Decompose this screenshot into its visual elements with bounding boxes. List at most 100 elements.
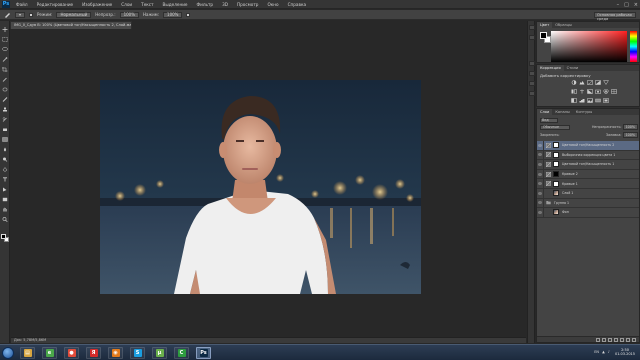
menu-item[interactable]: Фильтр xyxy=(197,2,214,7)
visibility-eye-icon[interactable] xyxy=(537,150,544,160)
posterize-icon[interactable] xyxy=(579,98,585,103)
levels-icon[interactable] xyxy=(579,80,585,85)
hand-tool-icon[interactable] xyxy=(2,207,8,212)
foreground-color-swatch[interactable] xyxy=(1,234,6,239)
vibrance-icon[interactable] xyxy=(603,80,609,85)
brightness-contrast-icon[interactable] xyxy=(571,80,577,85)
layer-row[interactable]: Кривые 1 xyxy=(537,179,639,189)
menu-item[interactable]: Текст xyxy=(141,2,153,7)
taskbar-firefox-button[interactable]: ◉ xyxy=(108,347,123,359)
layer-mask-thumbnail[interactable] xyxy=(553,171,559,178)
clone-stamp-tool-icon[interactable] xyxy=(2,107,8,112)
pen-tool-icon[interactable] xyxy=(2,167,8,172)
layer-row[interactable]: Кривые 2 xyxy=(537,169,639,180)
black-white-icon[interactable] xyxy=(587,89,593,94)
tab-swatches[interactable]: Образцы xyxy=(552,22,575,28)
path-select-tool-icon[interactable] xyxy=(2,187,8,192)
taskbar-camtasia-button[interactable]: C xyxy=(174,347,189,359)
layer-row[interactable]: Группа 1 xyxy=(537,198,639,209)
history-brush-tool-icon[interactable] xyxy=(2,117,8,122)
tab-adjustments[interactable]: Коррекция xyxy=(537,65,564,71)
layer-row[interactable]: Цветовой тон/Насыщенность 2 xyxy=(537,140,639,151)
quick-select-tool-icon[interactable] xyxy=(2,57,8,62)
channel-mixer-icon[interactable] xyxy=(603,89,609,94)
curves-icon[interactable] xyxy=(587,80,593,85)
taskbar-yandex-button[interactable]: Я xyxy=(86,347,101,359)
crop-tool-icon[interactable] xyxy=(2,67,8,72)
gradient-map-icon[interactable] xyxy=(595,98,601,103)
visibility-eye-icon[interactable] xyxy=(537,169,544,179)
marquee-tool-icon[interactable] xyxy=(2,37,8,42)
color-field[interactable] xyxy=(551,31,627,62)
type-tool-icon[interactable] xyxy=(2,177,8,182)
selective-color-icon[interactable] xyxy=(603,98,609,103)
layer-row[interactable]: Выборочная коррекция цвета 1 xyxy=(537,150,639,161)
add-mask-icon[interactable] xyxy=(608,338,612,342)
taskbar-utorrent-button[interactable]: μ xyxy=(152,347,167,359)
workspace-select[interactable]: Основная рабочая среда xyxy=(594,12,636,21)
document-photo[interactable] xyxy=(100,80,421,294)
link-layers-icon[interactable] xyxy=(596,338,600,342)
brush-preset-picker[interactable]: ▾ xyxy=(15,11,26,18)
maximize-button[interactable]: □ xyxy=(624,2,629,8)
layer-mask-thumbnail[interactable] xyxy=(553,180,559,187)
menu-item[interactable]: 3D xyxy=(222,2,228,7)
move-tool-icon[interactable] xyxy=(2,27,8,32)
close-button[interactable]: × xyxy=(634,2,638,8)
blend-mode-select[interactable]: Обычные xyxy=(540,125,570,130)
photo-filter-icon[interactable] xyxy=(595,89,601,94)
tab-styles[interactable]: Стили xyxy=(564,65,582,71)
layer-row[interactable]: Цветовой тон/Насыщенность 1 xyxy=(537,159,639,170)
threshold-icon[interactable] xyxy=(587,98,593,103)
layer-row[interactable]: Слой 1 xyxy=(537,188,639,199)
visibility-eye-icon[interactable] xyxy=(537,198,544,208)
layer-thumbnail[interactable] xyxy=(553,190,559,197)
menu-item[interactable]: Окно xyxy=(267,2,278,7)
invert-icon[interactable] xyxy=(571,98,577,103)
healing-tool-icon[interactable] xyxy=(2,87,8,92)
opacity-input[interactable]: 100% xyxy=(119,11,140,18)
blur-tool-icon[interactable] xyxy=(2,147,8,152)
clock[interactable]: 2:50 01.03.2015 xyxy=(614,348,636,356)
tab-channels[interactable]: Каналы xyxy=(552,109,572,115)
language-indicator[interactable]: EN xyxy=(594,350,599,354)
foreground-color-swatch[interactable] xyxy=(540,32,547,39)
document-tab[interactable]: IMG_0_Сдув В: 100% (Цветовой тон/Насыщен… xyxy=(10,21,132,29)
tab-paths[interactable]: Контуры xyxy=(573,109,595,115)
menu-item[interactable]: Просмотр xyxy=(237,2,259,7)
menu-item[interactable]: Выделение xyxy=(163,2,188,7)
visibility-eye-icon[interactable] xyxy=(537,207,544,217)
exposure-icon[interactable] xyxy=(595,80,601,85)
info-panel-icon[interactable] xyxy=(529,61,535,66)
layer-opacity-input[interactable]: 100% xyxy=(622,124,638,130)
shape-tool-icon[interactable] xyxy=(2,197,8,202)
brush-tool-icon[interactable] xyxy=(2,97,8,102)
mode-select[interactable]: Нормальный xyxy=(56,11,92,18)
gradient-tool-icon[interactable] xyxy=(2,137,8,142)
trash-icon[interactable] xyxy=(632,338,636,342)
menu-item[interactable]: Слои xyxy=(121,2,132,7)
eraser-tool-icon[interactable] xyxy=(2,127,8,132)
visibility-eye-icon[interactable] xyxy=(537,159,544,169)
history-panel-icon[interactable] xyxy=(529,25,535,30)
hue-slider[interactable] xyxy=(630,31,637,62)
hue-saturation-icon[interactable] xyxy=(571,89,577,94)
lasso-tool-icon[interactable] xyxy=(2,47,8,52)
taskbar-browser-green-button[interactable]: e xyxy=(42,347,57,359)
layer-mask-thumbnail[interactable] xyxy=(553,151,559,158)
layer-thumbnail[interactable] xyxy=(553,209,559,216)
layer-mask-thumbnail[interactable] xyxy=(553,142,559,149)
character-panel-icon[interactable] xyxy=(529,81,535,86)
start-button[interactable] xyxy=(2,347,14,359)
airbrush-toggle[interactable] xyxy=(186,12,191,17)
new-group-icon[interactable] xyxy=(620,338,624,342)
fill-input[interactable]: 100% xyxy=(622,132,638,138)
volume-icon[interactable]: ♪ xyxy=(608,350,610,354)
taskbar-explorer-button[interactable]: ▤ xyxy=(20,347,35,359)
paragraph-panel-icon[interactable] xyxy=(529,91,535,96)
taskbar-photoshop-button[interactable]: Ps xyxy=(196,347,211,359)
brush-panel-icon[interactable] xyxy=(529,71,535,76)
menu-item[interactable]: Файл xyxy=(16,2,28,7)
new-adjustment-icon[interactable] xyxy=(614,338,618,342)
visibility-eye-icon[interactable] xyxy=(537,140,544,150)
